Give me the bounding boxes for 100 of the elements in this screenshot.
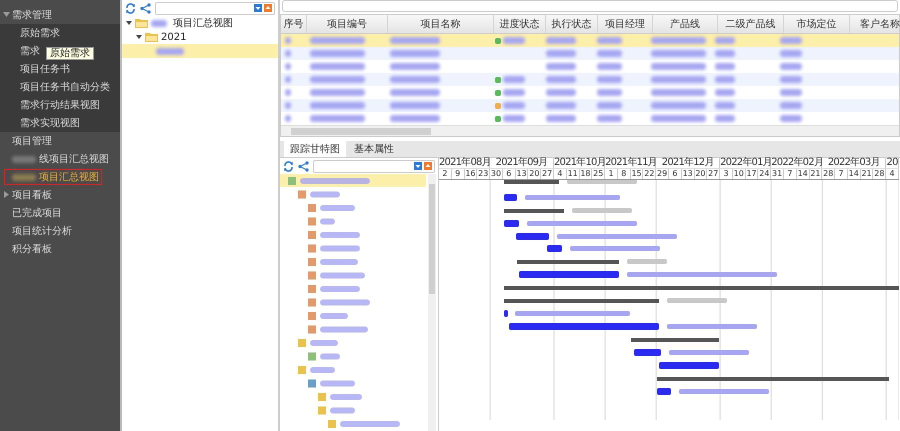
arrow-up-icon[interactable] [264, 4, 272, 12]
blurred-text [310, 102, 365, 109]
task-bar[interactable] [504, 310, 508, 317]
day-label: 31 [771, 169, 784, 179]
column-header[interactable]: 进度状态 [494, 15, 546, 33]
task-bar[interactable] [547, 245, 562, 252]
sidebar-item[interactable]: 积分看板 [0, 240, 120, 258]
day-label: 13 [516, 169, 528, 179]
blurred-text [546, 102, 576, 109]
blurred-text [715, 50, 735, 57]
tooltip: 原始需求 [46, 47, 94, 60]
day-label: 20 [528, 169, 542, 179]
sidebar-item[interactable]: 项目管理 [0, 132, 120, 150]
sidebar-item[interactable]: 线项目汇总视图 [0, 150, 113, 168]
month-label: 2021年10月 [554, 158, 606, 168]
blurred-text [310, 76, 365, 83]
column-header[interactable]: 二级产品线 [718, 15, 784, 33]
search-field[interactable] [155, 2, 275, 14]
sidebar-item[interactable]: 项目统计分析 [0, 222, 120, 240]
horizontal-scrollbar[interactable] [281, 125, 899, 136]
month-label: 2022年03月 [822, 158, 886, 168]
table-row[interactable] [281, 73, 899, 86]
tree-node[interactable]: 项目汇总视图 [122, 16, 278, 30]
blurred-text [503, 89, 525, 96]
day-label: 6 [668, 169, 682, 179]
month-label: 2021年11月 [605, 158, 656, 168]
blurred-text [390, 115, 440, 122]
sidebar-item[interactable]: 项目汇总视图 [3, 168, 103, 186]
search-field[interactable] [313, 160, 435, 172]
folder-icon [145, 32, 158, 42]
month-label: 20 [886, 158, 899, 168]
day-label: 21 [810, 169, 822, 179]
sidebar-item-label: 项目统计分析 [12, 224, 72, 238]
blurred-text [780, 37, 802, 44]
blurred-text [597, 50, 622, 57]
day-label: 10 [732, 169, 746, 179]
blurred-text [715, 63, 735, 70]
blurred-text [503, 102, 525, 109]
blurred-text [546, 89, 576, 96]
table-row[interactable] [281, 99, 899, 112]
tree-node[interactable]: 2021 [122, 30, 278, 44]
blurred-text [780, 63, 802, 70]
sidebar-item[interactable]: 已完成项目 [0, 204, 120, 222]
arrow-up-icon[interactable] [424, 162, 432, 170]
refresh-icon[interactable] [283, 160, 294, 172]
blurred-text [390, 76, 440, 83]
day-label: 20 [694, 169, 708, 179]
table-row[interactable] [281, 34, 899, 47]
blurred-text [651, 76, 706, 83]
sidebar-item[interactable]: 项目任务书 [0, 60, 74, 78]
column-header[interactable]: 项目经理 [598, 15, 653, 33]
column-header[interactable]: 项目名称 [388, 15, 494, 33]
day-label: 3 [720, 169, 733, 179]
sidebar-item[interactable]: 项目看板 [0, 186, 120, 204]
expand-arrow-icon[interactable] [136, 34, 142, 40]
blurred-text [503, 115, 525, 122]
month-label: 2022年01月 [720, 158, 772, 168]
sidebar-item[interactable]: 需求管理 [0, 6, 120, 24]
column-header[interactable]: 执行状态 [546, 15, 598, 33]
sidebar-item[interactable]: 需求 [0, 42, 44, 60]
day-label: 23 [477, 169, 490, 179]
month-label: 2021年12月 [656, 158, 720, 168]
sidebar-item[interactable]: 项目任务书自动分类 [0, 78, 114, 96]
day-label: 27 [541, 169, 554, 179]
blurred-text [597, 37, 622, 44]
blurred-text [546, 76, 576, 83]
hierarchy-icon[interactable] [140, 2, 151, 14]
blurred-text [390, 89, 440, 96]
sidebar-item[interactable]: 需求实现视图 [0, 114, 84, 132]
column-header[interactable]: 市场定位 [784, 15, 850, 33]
blurred-text [597, 115, 622, 122]
blurred-text [310, 50, 365, 57]
day-label: 7 [784, 169, 797, 179]
day-label: 8 [618, 169, 631, 179]
task-bar[interactable] [504, 220, 519, 227]
hierarchy-icon[interactable] [298, 160, 309, 172]
column-header[interactable]: 客户名称 [850, 15, 900, 33]
expand-arrow-icon[interactable] [126, 20, 132, 26]
day-label: 17 [746, 169, 758, 179]
day-label: 1 [605, 169, 618, 179]
day-label: 16 [464, 169, 478, 179]
arrow-down-icon[interactable] [254, 4, 262, 12]
task-bar[interactable] [657, 388, 671, 395]
blurred-text [567, 180, 637, 184]
tab[interactable]: 跟踪甘特图 [284, 141, 346, 157]
day-label: 21 [860, 169, 874, 179]
tree-node[interactable] [122, 44, 278, 58]
table-row[interactable] [281, 47, 899, 60]
column-header[interactable]: 项目编号 [307, 15, 388, 33]
sidebar-item[interactable]: 原始需求 [0, 24, 64, 42]
search-field[interactable] [282, 0, 898, 12]
sidebar-item-label: 项目管理 [12, 135, 52, 148]
sidebar-item[interactable]: 需求行动结果视图 [0, 96, 104, 114]
tab[interactable]: 基本属性 [348, 141, 400, 157]
arrow-down-icon[interactable] [414, 162, 422, 170]
column-header[interactable]: 序号 [281, 15, 307, 33]
blurred-text [651, 50, 706, 57]
refresh-icon[interactable] [125, 2, 136, 14]
column-header[interactable]: 产品线 [653, 15, 718, 33]
task-bar[interactable] [504, 194, 517, 201]
